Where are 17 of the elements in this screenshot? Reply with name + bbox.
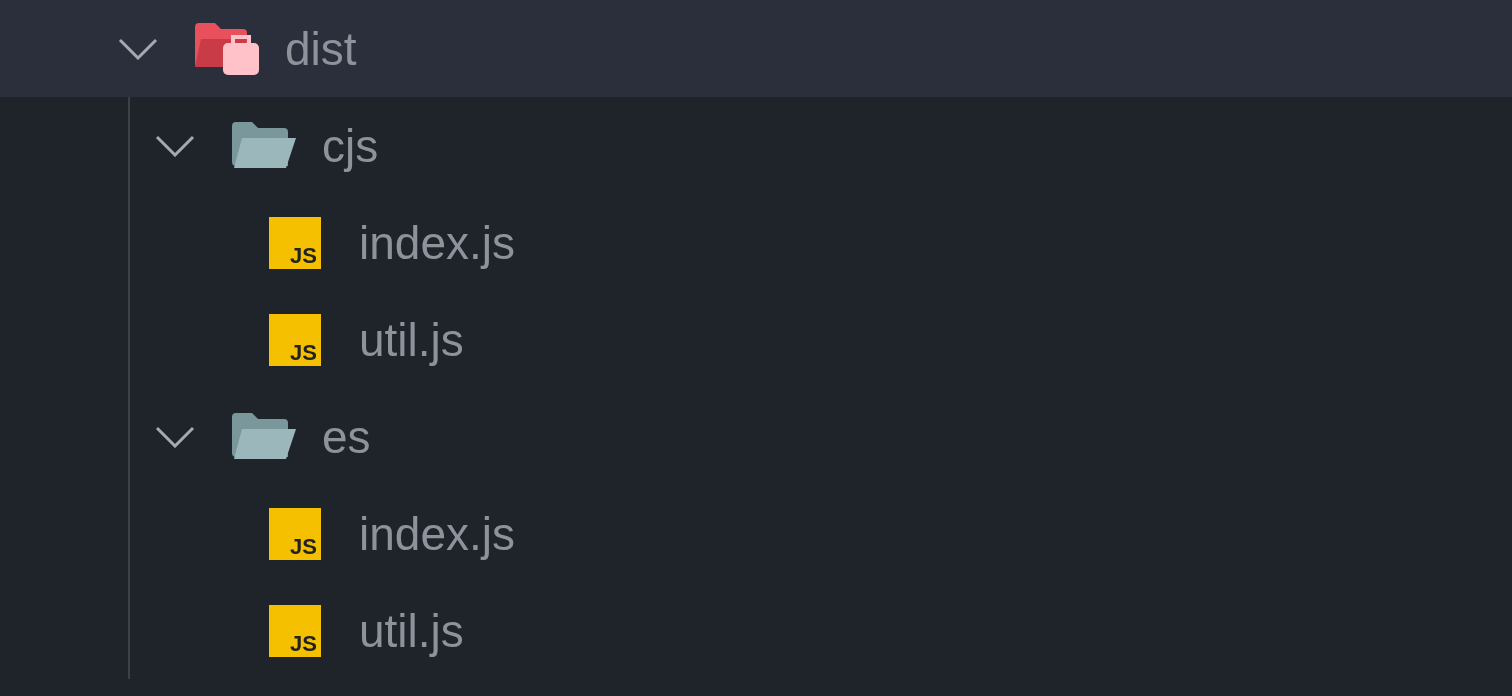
folder-name[interactable]: cjs	[322, 118, 379, 173]
folder-briefcase-icon	[195, 22, 259, 75]
open-folder-icon	[232, 121, 296, 170]
js-file-icon: JS	[269, 507, 321, 560]
chevron-icon[interactable]	[155, 134, 195, 157]
chevron-icon[interactable]	[118, 37, 158, 60]
file-name[interactable]: index.js	[359, 506, 515, 561]
folder-name[interactable]: dist	[285, 21, 357, 76]
js-file-icon: JS	[269, 313, 321, 366]
folder-name[interactable]: es	[322, 409, 371, 464]
open-folder-icon	[232, 412, 296, 461]
file-name[interactable]: index.js	[359, 215, 515, 270]
file-name[interactable]: util.js	[359, 603, 464, 658]
js-file-icon: JS	[269, 216, 321, 269]
file-name[interactable]: util.js	[359, 312, 464, 367]
js-file-icon: JS	[269, 604, 321, 657]
chevron-icon[interactable]	[155, 425, 195, 448]
